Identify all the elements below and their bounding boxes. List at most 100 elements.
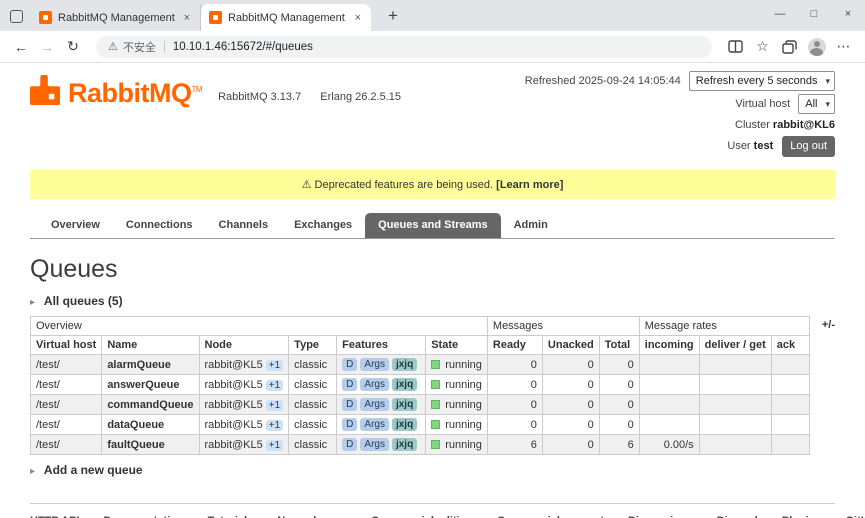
close-button[interactable]: ×	[831, 0, 865, 31]
cell-unacked: 0	[542, 375, 599, 395]
table-row: /test/ answerQueue rabbit@KL5+1 classic …	[31, 375, 810, 395]
cell-features: DArgsjxjq	[337, 375, 426, 395]
cell-ready: 0	[487, 395, 542, 415]
cell-deliver-get	[699, 415, 771, 435]
col-ready[interactable]: Ready	[487, 336, 542, 355]
refresh-icon[interactable]: ↻	[60, 38, 86, 55]
collections-icon[interactable]	[776, 35, 803, 59]
col-type[interactable]: Type	[289, 336, 337, 355]
cell-unacked: 0	[542, 355, 599, 375]
logo-block: RabbitMQTM RabbitMQ 3.13.7 Erlang 26.2.5…	[30, 71, 417, 110]
address-divider	[164, 41, 165, 53]
cell-total: 6	[599, 435, 639, 455]
col-features[interactable]: Features	[337, 336, 426, 355]
trademark: TM	[192, 85, 203, 94]
col-unacked[interactable]: Unacked	[542, 336, 599, 355]
minimize-button[interactable]: —	[763, 0, 797, 31]
erlang-version: Erlang 26.2.5.15	[320, 91, 401, 103]
queue-name-link[interactable]: dataQueue	[102, 415, 199, 435]
rabbitmq-favicon-icon	[209, 11, 222, 24]
tab-overview[interactable]: Overview	[38, 213, 113, 238]
browser-window: RabbitMQ Management × RabbitMQ Managemen…	[0, 0, 865, 518]
queue-name-link[interactable]: answerQueue	[102, 375, 199, 395]
queue-name-link[interactable]: commandQueue	[102, 395, 199, 415]
browser-tab-2-active[interactable]: RabbitMQ Management ×	[201, 4, 371, 31]
node-extra-badge: +1	[266, 420, 283, 431]
profile-avatar[interactable]	[803, 35, 830, 59]
forward-icon: →	[34, 39, 60, 55]
running-state-icon	[431, 400, 440, 409]
rabbitmq-logo-icon	[30, 75, 60, 110]
col-deliver-get[interactable]: deliver / get	[699, 336, 771, 355]
running-state-icon	[431, 380, 440, 389]
tab-channels[interactable]: Channels	[206, 213, 282, 238]
node-extra-badge: +1	[266, 360, 283, 371]
product-version: RabbitMQ 3.13.7	[218, 91, 301, 103]
policy-badge: jxjq	[392, 418, 417, 431]
table-row: /test/ faultQueue rabbit@KL5+1 classic D…	[31, 435, 810, 455]
cell-node: rabbit@KL5+1	[199, 375, 289, 395]
queue-name-link[interactable]: faultQueue	[102, 435, 199, 455]
cell-node: rabbit@KL5+1	[199, 355, 289, 375]
durable-badge: D	[342, 358, 357, 371]
rabbitmq-favicon-icon	[39, 11, 52, 24]
cell-ack	[771, 435, 809, 455]
browser-tab-1[interactable]: RabbitMQ Management ×	[31, 4, 201, 31]
user-name: test	[754, 140, 774, 152]
user-label: User	[727, 140, 750, 152]
cell-node: rabbit@KL5+1	[199, 415, 289, 435]
cell-type: classic	[289, 355, 337, 375]
refresh-interval-select[interactable]: Refresh every 5 seconds ▾	[689, 71, 835, 91]
banner-text: Deprecated features are being used.	[315, 179, 494, 191]
durable-badge: D	[342, 378, 357, 391]
virtual-host-row: Virtual host All ▾	[525, 94, 835, 114]
cell-incoming	[639, 415, 699, 435]
favorites-star-icon[interactable]: ☆	[749, 35, 776, 59]
maximize-button[interactable]: □	[797, 0, 831, 31]
cell-total: 0	[599, 395, 639, 415]
tab-close-icon[interactable]: ×	[353, 12, 363, 24]
tab-exchanges[interactable]: Exchanges	[281, 213, 365, 238]
col-name[interactable]: Name	[102, 336, 199, 355]
table-group-header-row: Overview Messages Message rates	[31, 317, 810, 336]
version-info: RabbitMQ 3.13.7 Erlang 26.2.5.15	[218, 75, 417, 103]
learn-more-link[interactable]: [Learn more]	[496, 179, 563, 191]
browser-toolbar-icons: ☆ ⋯	[722, 35, 857, 59]
col-incoming[interactable]: incoming	[639, 336, 699, 355]
cluster-row: Cluster rabbit@KL6	[525, 117, 835, 133]
cell-vhost: /test/	[31, 435, 102, 455]
tab-close-icon[interactable]: ×	[182, 12, 192, 24]
node-extra-badge: +1	[266, 400, 283, 411]
settings-ellipsis-icon[interactable]: ⋯	[830, 35, 857, 59]
virtual-host-select[interactable]: All ▾	[798, 94, 835, 114]
new-tab-button[interactable]: +	[381, 6, 405, 26]
columns-toggle[interactable]: +/-	[822, 316, 835, 331]
col-total[interactable]: Total	[599, 336, 639, 355]
logout-button[interactable]: Log out	[782, 136, 835, 157]
split-screen-icon[interactable]	[722, 35, 749, 59]
add-new-queue-toggle[interactable]: ▸ Add a new queue	[30, 463, 835, 477]
cell-unacked: 0	[542, 415, 599, 435]
all-queues-toggle[interactable]: ▸ All queues (5)	[30, 294, 835, 308]
durable-badge: D	[342, 418, 357, 431]
policy-badge: jxjq	[392, 378, 417, 391]
cell-vhost: /test/	[31, 355, 102, 375]
queue-name-link[interactable]: alarmQueue	[102, 355, 199, 375]
browser-tab-strip: RabbitMQ Management × RabbitMQ Managemen…	[0, 0, 865, 31]
tab-connections[interactable]: Connections	[113, 213, 206, 238]
back-icon[interactable]: ←	[8, 39, 34, 55]
tab-queues-and-streams[interactable]: Queues and Streams	[365, 213, 500, 238]
cell-state: running	[426, 395, 488, 415]
col-state[interactable]: State	[426, 336, 488, 355]
tab-actions-icon[interactable]	[10, 10, 23, 23]
col-node[interactable]: Node	[199, 336, 289, 355]
tab-title: RabbitMQ Management	[228, 12, 347, 24]
address-bar[interactable]: ⚠ 不安全 10.10.1.46:15672/#/queues	[96, 36, 712, 58]
cell-type: classic	[289, 375, 337, 395]
cell-type: classic	[289, 395, 337, 415]
tab-admin[interactable]: Admin	[501, 213, 561, 238]
col-virtual-host[interactable]: Virtual host	[31, 336, 102, 355]
cell-features: DArgsjxjq	[337, 415, 426, 435]
col-ack[interactable]: ack	[771, 336, 809, 355]
footer-links: HTTP API Documentation Tutorials New rel…	[30, 503, 835, 518]
